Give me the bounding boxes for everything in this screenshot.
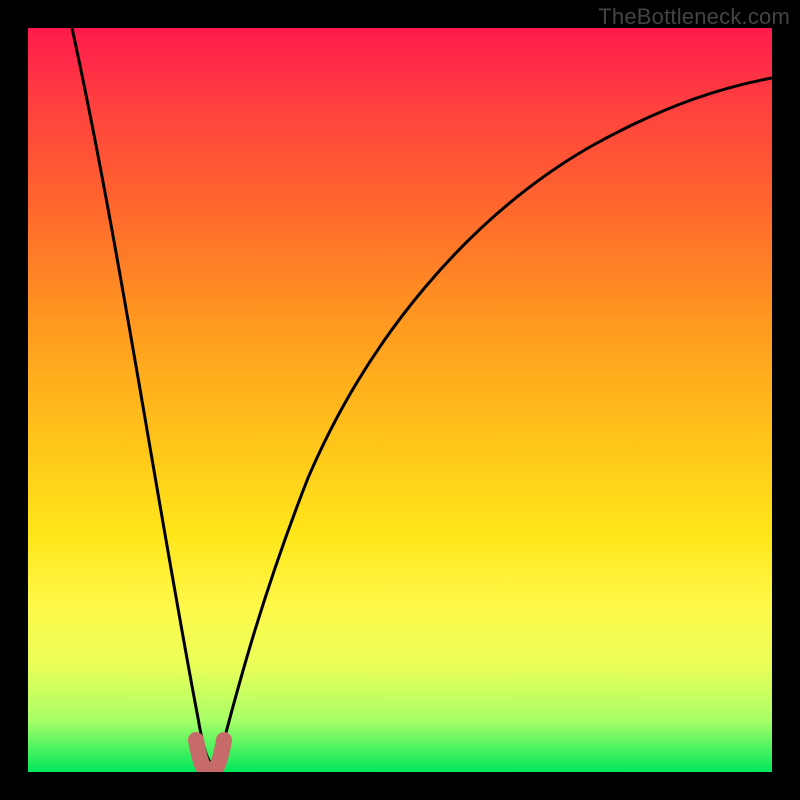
plot-svg: [28, 28, 772, 772]
attribution-text: TheBottleneck.com: [598, 4, 790, 30]
curve-right: [218, 78, 772, 762]
valley-marker: [196, 740, 224, 772]
curve-left: [72, 28, 210, 762]
chart-frame: [28, 28, 772, 772]
